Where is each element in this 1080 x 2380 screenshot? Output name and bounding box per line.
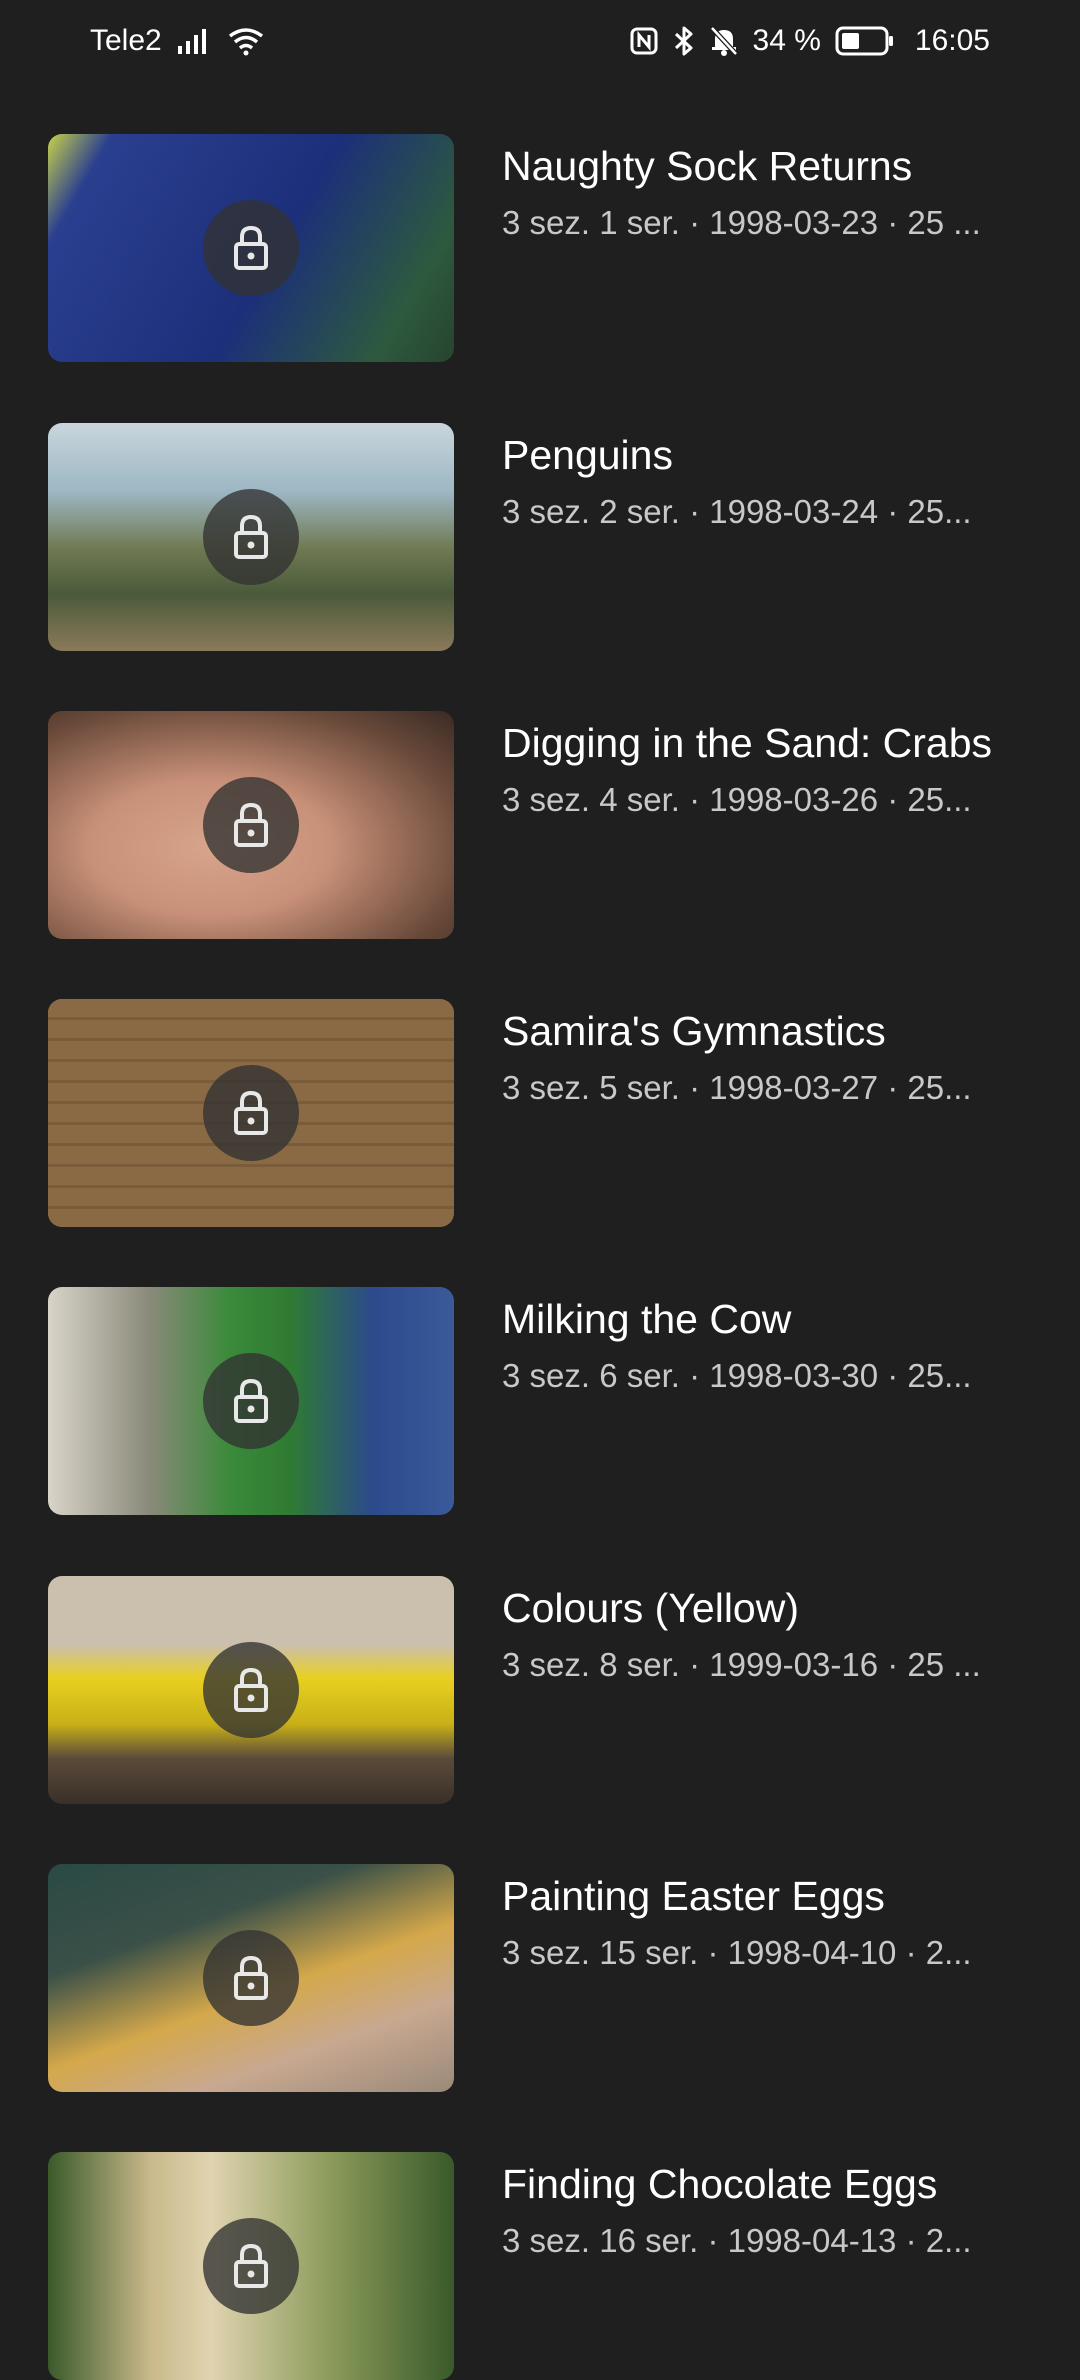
episode-info: Naughty Sock Returns 3 sez. 1 ser. · 199… (502, 140, 1080, 244)
episode-meta: 3 sez. 5 ser. · 1998-03-27 · 25... (502, 1069, 972, 1106)
lock-icon (203, 200, 299, 296)
status-bar-right: 34 % 16:05 (629, 24, 990, 58)
nfc-icon (629, 26, 659, 56)
episode-title[interactable]: Painting Easter Eggs (502, 1870, 1080, 1922)
episode-info: Milking the Cow 3 sez. 6 ser. · 1998-03-… (502, 1293, 1080, 1397)
battery-percent: 34 % (752, 24, 821, 57)
lock-icon (203, 777, 299, 873)
episode-meta: 3 sez. 8 ser. · 1999-03-16 · 25 ... (502, 1646, 981, 1683)
wifi-icon (226, 26, 266, 56)
episode-title[interactable]: Naughty Sock Returns (502, 140, 1080, 192)
clock: 16:05 (914, 24, 990, 57)
bluetooth-icon (673, 25, 695, 57)
episode-item[interactable]: Finding Chocolate Eggs 3 sez. 16 ser. · … (48, 2152, 1048, 2380)
episode-item[interactable]: Penguins 3 sez. 2 ser. · 1998-03-24 · 25… (48, 423, 1048, 651)
episode-meta: 3 sez. 15 ser. · 1998-04-10 · 2... (502, 1934, 972, 1971)
lock-icon (203, 489, 299, 585)
episode-title[interactable]: Penguins (502, 429, 1080, 481)
episode-item[interactable]: Milking the Cow 3 sez. 6 ser. · 1998-03-… (48, 1287, 1048, 1515)
episode-meta: 3 sez. 1 ser. · 1998-03-23 · 25 ... (502, 204, 981, 241)
status-bar: Tele2 34 % 16:05 (0, 0, 1080, 82)
episode-item[interactable]: Colours (Yellow) 3 sez. 8 ser. · 1999-03… (48, 1576, 1048, 1804)
episode-thumbnail[interactable] (48, 999, 454, 1227)
episode-title[interactable]: Finding Chocolate Eggs (502, 2158, 1080, 2210)
lock-icon (203, 1930, 299, 2026)
episode-title[interactable]: Digging in the Sand: Crabs (502, 717, 1080, 769)
signal-icon (176, 26, 212, 56)
episode-info: Samira's Gymnastics 3 sez. 5 ser. · 1998… (502, 1005, 1080, 1109)
episode-item[interactable]: Samira's Gymnastics 3 sez. 5 ser. · 1998… (48, 999, 1048, 1227)
lock-icon (203, 2218, 299, 2314)
episode-thumbnail[interactable] (48, 711, 454, 939)
episode-info: Finding Chocolate Eggs 3 sez. 16 ser. · … (502, 2158, 1080, 2262)
episode-thumbnail[interactable] (48, 2152, 454, 2380)
battery-icon (835, 26, 895, 56)
episode-thumbnail[interactable] (48, 1864, 454, 2092)
episode-thumbnail[interactable] (48, 1287, 454, 1515)
episode-meta: 3 sez. 2 ser. · 1998-03-24 · 25... (502, 493, 972, 530)
episode-meta: 3 sez. 6 ser. · 1998-03-30 · 25... (502, 1357, 972, 1394)
episode-info: Painting Easter Eggs 3 sez. 15 ser. · 19… (502, 1870, 1080, 1974)
episode-info: Digging in the Sand: Crabs 3 sez. 4 ser.… (502, 717, 1080, 821)
episode-title[interactable]: Milking the Cow (502, 1293, 1080, 1345)
episode-title[interactable]: Colours (Yellow) (502, 1582, 1080, 1634)
episode-title[interactable]: Samira's Gymnastics (502, 1005, 1080, 1057)
episode-info: Penguins 3 sez. 2 ser. · 1998-03-24 · 25… (502, 429, 1080, 533)
lock-icon (203, 1065, 299, 1161)
lock-icon (203, 1642, 299, 1738)
notifications-off-icon (709, 25, 739, 57)
episode-item[interactable]: Painting Easter Eggs 3 sez. 15 ser. · 19… (48, 1864, 1048, 2092)
episode-meta: 3 sez. 16 ser. · 1998-04-13 · 2... (502, 2222, 972, 2259)
episode-thumbnail[interactable] (48, 1576, 454, 1804)
episode-thumbnail[interactable] (48, 423, 454, 651)
lock-icon (203, 1353, 299, 1449)
episode-item[interactable]: Digging in the Sand: Crabs 3 sez. 4 ser.… (48, 711, 1048, 939)
episode-item[interactable]: Naughty Sock Returns 3 sez. 1 ser. · 199… (48, 134, 1048, 362)
episode-thumbnail[interactable] (48, 134, 454, 362)
carrier-label: Tele2 (90, 24, 162, 57)
episode-meta: 3 sez. 4 ser. · 1998-03-26 · 25... (502, 781, 972, 818)
episode-info: Colours (Yellow) 3 sez. 8 ser. · 1999-03… (502, 1582, 1080, 1686)
status-bar-left: Tele2 (90, 24, 266, 58)
